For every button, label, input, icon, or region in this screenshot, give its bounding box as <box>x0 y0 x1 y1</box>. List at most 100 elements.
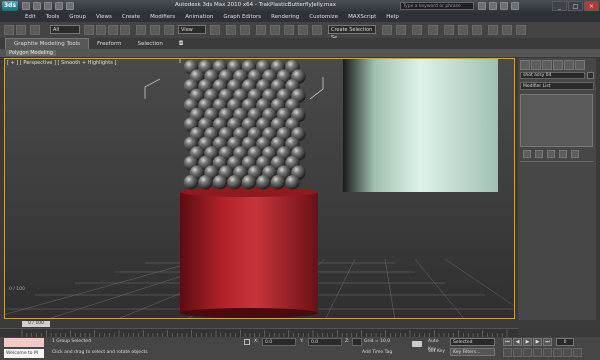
redo-icon[interactable] <box>66 2 74 10</box>
new-file-icon[interactable] <box>22 2 30 10</box>
search-input[interactable]: Type a keyword or phrase <box>400 2 474 10</box>
layer-manager-icon[interactable] <box>412 25 422 35</box>
favorites-icon[interactable] <box>500 2 508 10</box>
help-icon[interactable] <box>511 2 519 10</box>
open-file-icon[interactable] <box>33 2 41 10</box>
angle-snap-icon[interactable] <box>270 25 280 35</box>
menu-customize[interactable]: Customize <box>304 14 343 20</box>
menu-maxscript[interactable]: MAXScript <box>343 14 381 20</box>
current-frame-field[interactable]: 0 <box>556 338 574 346</box>
maximize-button[interactable]: □ <box>568 1 583 11</box>
ribbon-options-icon[interactable]: ◘ <box>171 39 191 49</box>
menu-edit[interactable]: Edit <box>20 14 41 20</box>
pivot-center-icon[interactable] <box>210 25 220 35</box>
tab-polygon-modeling[interactable]: Polygon Modeling <box>6 50 56 56</box>
curve-editor-icon[interactable] <box>444 25 454 35</box>
maxscript-listener-line[interactable] <box>4 338 44 347</box>
zoom-icon[interactable] <box>503 348 512 357</box>
move-icon[interactable] <box>136 25 146 35</box>
menu-create[interactable]: Create <box>117 14 145 20</box>
time-slider-bar[interactable]: 0 / 100 <box>0 320 600 328</box>
render-setup-icon[interactable] <box>488 25 498 35</box>
rotate-icon[interactable] <box>150 25 160 35</box>
render-icon[interactable] <box>516 25 526 35</box>
modifier-stack[interactable] <box>520 94 593 147</box>
rendered-frame-icon[interactable] <box>502 25 512 35</box>
set-key-button[interactable]: Set Key <box>428 348 448 356</box>
display-tab-icon[interactable] <box>564 60 574 70</box>
create-tab-icon[interactable] <box>520 60 530 70</box>
close-button[interactable]: × <box>584 1 599 11</box>
menu-views[interactable]: Views <box>91 14 117 20</box>
undo-icon[interactable] <box>4 25 14 35</box>
named-selection-dropdown[interactable]: Create Selection Se <box>328 25 376 41</box>
menu-modifiers[interactable]: Modifiers <box>145 14 180 20</box>
search-icon[interactable] <box>478 2 486 10</box>
spinner-snap-icon[interactable] <box>298 25 308 35</box>
modifier-list-dropdown[interactable]: Modifier List <box>520 82 594 90</box>
menu-rendering[interactable]: Rendering <box>266 14 304 20</box>
zoom-extents-all-icon[interactable] <box>533 348 542 357</box>
remove-modifier-icon[interactable] <box>559 150 567 158</box>
z-coord-field[interactable] <box>352 338 362 346</box>
motion-tab-icon[interactable] <box>553 60 563 70</box>
selection-filter-dropdown[interactable]: All <box>50 25 80 34</box>
communication-center-icon[interactable] <box>489 2 497 10</box>
utilities-tab-icon[interactable] <box>575 60 585 70</box>
modify-tab-icon[interactable] <box>531 60 541 70</box>
scale-icon[interactable] <box>164 25 174 35</box>
make-unique-icon[interactable] <box>547 150 555 158</box>
menu-tools[interactable]: Tools <box>41 14 65 20</box>
time-slider[interactable]: 0 / 100 <box>22 321 50 327</box>
key-filters-button[interactable]: Key Filters... <box>450 348 495 356</box>
select-object-icon[interactable] <box>84 25 94 35</box>
save-file-icon[interactable] <box>44 2 52 10</box>
x-coord-field[interactable]: 0.0 <box>262 338 296 346</box>
auto-key-button[interactable]: Auto Key <box>428 338 448 352</box>
object-color-swatch[interactable] <box>587 72 594 79</box>
snap-toggle-icon[interactable] <box>256 25 266 35</box>
tab-freeform[interactable]: Freeform <box>89 39 130 49</box>
align-icon[interactable] <box>396 25 406 35</box>
perspective-viewport[interactable]: [ + ] [ Perspective ] [ Smooth + Highlig… <box>4 58 515 319</box>
orbit-icon[interactable] <box>563 348 572 357</box>
object-name-field[interactable]: shot assy 04 <box>520 72 585 79</box>
tab-graphite-modeling-tools[interactable]: Graphite Modeling Tools <box>5 38 90 49</box>
show-end-result-icon[interactable] <box>535 150 543 158</box>
menu-group[interactable]: Group <box>64 14 91 20</box>
schematic-view-icon[interactable] <box>458 25 468 35</box>
hierarchy-tab-icon[interactable] <box>542 60 552 70</box>
link-icon[interactable] <box>30 25 40 35</box>
menu-help[interactable]: Help <box>381 14 404 20</box>
key-icon[interactable] <box>412 341 422 347</box>
pan-icon[interactable] <box>553 348 562 357</box>
select-manipulate-icon[interactable] <box>226 25 236 35</box>
material-editor-icon[interactable] <box>472 25 482 35</box>
menu-graph-editors[interactable]: Graph Editors <box>218 14 266 20</box>
lock-selection-icon[interactable] <box>244 339 250 345</box>
select-by-name-icon[interactable] <box>96 25 106 35</box>
zoom-extents-icon[interactable] <box>523 348 532 357</box>
goto-start-icon[interactable]: ⏮ <box>503 338 512 346</box>
zoom-all-icon[interactable] <box>513 348 522 357</box>
undo-icon[interactable] <box>55 2 63 10</box>
maxscript-prompt-line[interactable]: Welcome to M <box>4 349 44 358</box>
redo-icon[interactable] <box>16 25 26 35</box>
play-icon[interactable]: ▶ <box>523 338 532 346</box>
viewport-label[interactable]: [ + ] [ Perspective ] [ Smooth + Highlig… <box>7 60 116 66</box>
pin-stack-icon[interactable] <box>523 150 531 158</box>
keyboard-shortcut-icon[interactable] <box>240 25 250 35</box>
field-of-view-icon[interactable] <box>543 348 552 357</box>
graphite-toggle-icon[interactable] <box>428 25 438 35</box>
goto-end-icon[interactable]: ⏭ <box>543 338 552 346</box>
configure-modifier-sets-icon[interactable] <box>571 150 579 158</box>
previous-frame-icon[interactable]: ◀ <box>513 338 522 346</box>
mirror-icon[interactable] <box>382 25 392 35</box>
key-mode-dropdown[interactable]: Selected <box>450 338 495 346</box>
maximize-viewport-icon[interactable] <box>573 348 582 357</box>
reference-coordinate-dropdown[interactable]: View <box>178 25 206 34</box>
menu-animation[interactable]: Animation <box>180 14 218 20</box>
edit-named-selection-icon[interactable] <box>312 25 322 35</box>
add-time-tag-button[interactable]: Add Time Tag <box>362 348 407 357</box>
tab-selection[interactable]: Selection <box>130 39 171 49</box>
